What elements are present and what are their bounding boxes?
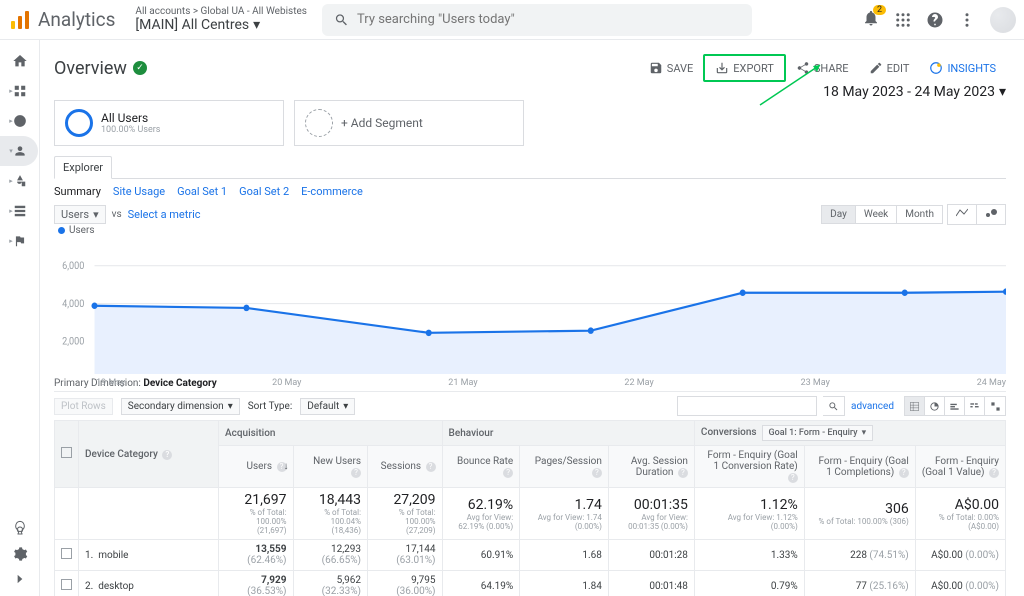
content: Overview ✓ SAVE EXPORT SHARE EDIT INSIGH… [40,40,1024,596]
page-actions: SAVE EXPORT SHARE EDIT INSIGHTS [639,54,1006,82]
rail-behavior[interactable]: ▸ [0,196,40,226]
subtab-ecommerce[interactable]: E-commerce [301,185,363,198]
svg-text:6,000: 6,000 [62,261,84,272]
goal-select[interactable]: Goal 1: Form - Enquiry ▾ [762,425,874,441]
subtab-goalset2[interactable]: Goal Set 2 [239,185,289,198]
add-segment-button[interactable]: + Add Segment [294,100,524,146]
table-row[interactable]: 2. desktop7,929 (36.53%)5,962 (32.33%)9,… [55,571,1006,596]
search-input[interactable] [357,12,740,27]
chart-type-motion[interactable] [977,205,1005,224]
attribution-icon[interactable] [12,494,28,510]
rail-acquisition[interactable]: ▸ [0,166,40,196]
notifications-button[interactable]: 2 [862,9,880,31]
dashboard-icon [13,84,27,98]
insights-icon [929,61,943,75]
view-table[interactable] [905,397,925,415]
add-circle-icon [305,109,333,137]
gran-week[interactable]: Week [856,206,897,223]
bubble-chart-icon [985,208,997,218]
date-range-picker[interactable]: 18 May 2023 - 24 May 2023 ▾ [823,84,1006,100]
chart-type-line[interactable] [948,205,977,224]
avatar[interactable] [990,7,1016,33]
search-icon [828,401,839,412]
rail-conversions[interactable]: ▸ [0,226,40,256]
help-icon[interactable]: ? [162,450,172,460]
more-icon[interactable] [958,11,976,29]
acquisition-icon [13,174,27,188]
left-rail: ▸ ▸ ▾ ▸ ▸ ▸ [0,40,40,596]
secondary-dimension[interactable]: Secondary dimension ▾ [121,398,240,415]
search-icon [334,12,349,28]
advanced-link[interactable]: advanced [851,401,894,412]
ga-logo[interactable]: Analytics [8,8,115,32]
discover-icon[interactable] [12,520,28,536]
breadcrumb[interactable]: All accounts > Global UA - All Webistes … [135,6,307,33]
save-icon [649,61,663,75]
edit-button[interactable]: EDIT [859,56,920,80]
export-button[interactable]: EXPORT [703,54,786,82]
caret-down-icon: ▾ [999,84,1006,100]
subtab-summary[interactable]: Summary [54,185,101,198]
top-right: 2 [862,7,1016,33]
rail-home[interactable] [0,46,40,76]
notification-badge: 2 [873,5,886,15]
caret-down-icon: ▾ [253,17,260,33]
view-pivot[interactable] [985,397,1005,415]
table-row[interactable]: 1. mobile13,559 (62.46%)12,293 (66.65%)1… [55,540,1006,571]
flag-icon [13,234,27,248]
search-box[interactable] [322,4,752,36]
svg-text:4,000: 4,000 [62,299,84,310]
help-icon[interactable] [926,11,944,29]
save-button[interactable]: SAVE [639,56,704,80]
row-checkbox[interactable] [61,548,72,559]
plot-rows-button: Plot Rows [54,398,113,415]
metric-select[interactable]: Users ▾ [54,205,106,224]
data-table: Device Category ? Acquisition Behaviour … [54,420,1006,596]
rail-custom[interactable]: ▸ [0,76,40,106]
export-icon [715,61,729,75]
legend-dot-icon [58,227,65,234]
tab-explorer[interactable]: Explorer [54,156,112,179]
person-icon [13,144,27,158]
legend-label: Users [69,225,95,236]
apps-icon[interactable] [894,11,912,29]
gran-day[interactable]: Day [822,206,856,223]
chart: 6,000 4,000 2,000 19 May20 May21 May22 M… [54,244,1006,374]
subtab-site-usage[interactable]: Site Usage [113,185,165,198]
rail-realtime[interactable]: ▸ [0,106,40,136]
share-button[interactable]: SHARE [786,56,859,80]
pencil-icon [869,61,883,75]
segment-all-users[interactable]: All Users100.00% Users [54,100,284,146]
view-comparison[interactable] [965,397,985,415]
breadcrumb-path: All accounts > Global UA - All Webistes [135,6,307,17]
select-metric-link[interactable]: Select a metric [128,208,201,221]
insights-button[interactable]: INSIGHTS [919,56,1006,80]
admin-gear-icon[interactable] [12,546,28,562]
table-search-button[interactable] [823,396,845,416]
clock-icon [13,114,27,128]
top-bar: Analytics All accounts > Global UA - All… [0,0,1024,40]
time-granularity: Day Week Month [821,205,943,224]
share-icon [796,61,810,75]
analytics-icon [8,8,32,32]
app-name: Analytics [38,8,115,31]
subtab-goalset1[interactable]: Goal Set 1 [177,185,227,198]
view-performance[interactable] [945,397,965,415]
behavior-icon [13,204,27,218]
chevron-right-icon[interactable] [13,572,27,586]
breadcrumb-property: [MAIN] All Centres [135,17,249,33]
page-title: Overview ✓ [54,58,147,79]
line-chart-icon [956,208,968,218]
gran-month[interactable]: Month [897,206,942,223]
view-percentage[interactable] [925,397,945,415]
rail-audience[interactable]: ▾ [0,136,38,166]
segment-circle-icon [65,109,93,137]
checkbox-all[interactable] [61,447,72,458]
verified-icon: ✓ [133,61,147,75]
home-icon [12,53,28,69]
table-search-input[interactable] [677,396,817,416]
row-checkbox[interactable] [61,579,72,590]
sort-type[interactable]: Default ▾ [300,398,355,415]
svg-text:2,000: 2,000 [62,336,84,347]
